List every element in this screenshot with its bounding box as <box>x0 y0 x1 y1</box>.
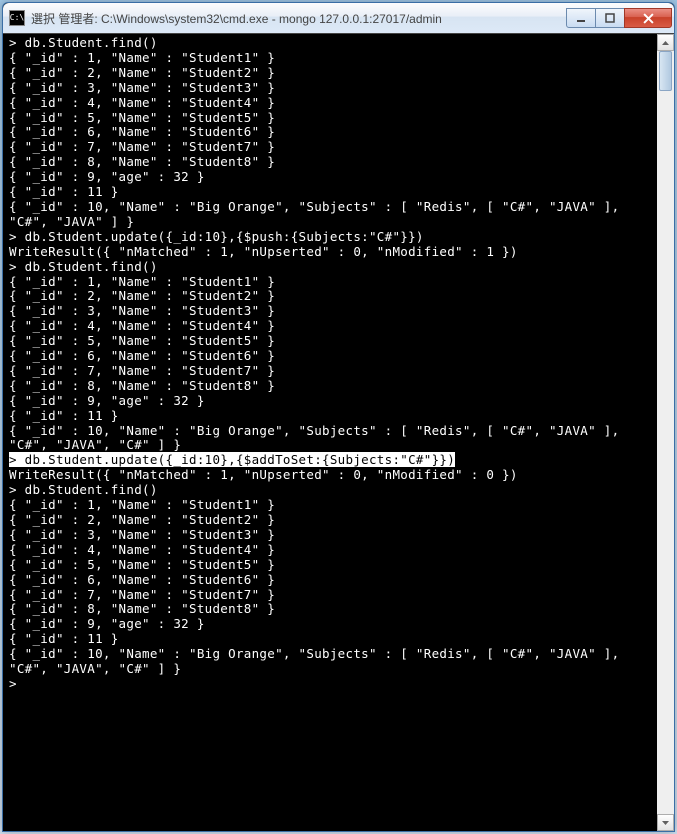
minimize-button[interactable] <box>566 8 596 28</box>
terminal-line: { "_id" : 9, "age" : 32 } <box>9 394 655 409</box>
terminal-line: { "_id" : 1, "Name" : "Student1" } <box>9 498 655 513</box>
terminal-line: { "_id" : 6, "Name" : "Student6" } <box>9 349 655 364</box>
terminal-line: { "_id" : 11 } <box>9 632 655 647</box>
terminal-line: { "_id" : 8, "Name" : "Student8" } <box>9 602 655 617</box>
terminal-line: { "_id" : 10, "Name" : "Big Orange", "Su… <box>9 424 655 454</box>
terminal-line: { "_id" : 5, "Name" : "Student5" } <box>9 334 655 349</box>
cmd-icon: C:\ <box>9 10 25 26</box>
terminal-line: { "_id" : 3, "Name" : "Student3" } <box>9 528 655 543</box>
vertical-scrollbar[interactable] <box>657 34 674 831</box>
terminal-line: { "_id" : 11 } <box>9 185 655 200</box>
window-controls <box>567 8 672 28</box>
scroll-up-button[interactable] <box>657 34 674 51</box>
terminal-line: > db.Student.find() <box>9 483 655 498</box>
terminal-line: { "_id" : 4, "Name" : "Student4" } <box>9 543 655 558</box>
close-button[interactable] <box>624 8 672 28</box>
terminal-line: { "_id" : 3, "Name" : "Student3" } <box>9 81 655 96</box>
terminal-line: WriteResult({ "nMatched" : 1, "nUpserted… <box>9 245 655 260</box>
titlebar[interactable]: C:\ 選択 管理者: C:\Windows\system32\cmd.exe … <box>3 3 674 33</box>
terminal-line: WriteResult({ "nMatched" : 1, "nUpserted… <box>9 468 655 483</box>
terminal-line: { "_id" : 8, "Name" : "Student8" } <box>9 379 655 394</box>
terminal-line: { "_id" : 1, "Name" : "Student1" } <box>9 275 655 290</box>
terminal-line: { "_id" : 6, "Name" : "Student6" } <box>9 125 655 140</box>
terminal-line: { "_id" : 10, "Name" : "Big Orange", "Su… <box>9 647 655 677</box>
terminal-line: { "_id" : 9, "age" : 32 } <box>9 617 655 632</box>
terminal-line: { "_id" : 8, "Name" : "Student8" } <box>9 155 655 170</box>
scroll-track[interactable] <box>657 51 674 814</box>
terminal-line: { "_id" : 2, "Name" : "Student2" } <box>9 289 655 304</box>
terminal-line: > db.Student.find() <box>9 36 655 51</box>
maximize-button[interactable] <box>595 8 625 28</box>
terminal-line: > db.Student.update({_id:10},{$push:{Sub… <box>9 230 655 245</box>
terminal-line: { "_id" : 2, "Name" : "Student2" } <box>9 513 655 528</box>
terminal-output[interactable]: > db.Student.find(){ "_id" : 1, "Name" :… <box>3 34 657 831</box>
terminal-line: { "_id" : 7, "Name" : "Student7" } <box>9 140 655 155</box>
cmd-icon-text: C:\ <box>10 14 24 22</box>
console-area: > db.Student.find(){ "_id" : 1, "Name" :… <box>3 33 674 831</box>
terminal-line: { "_id" : 10, "Name" : "Big Orange", "Su… <box>9 200 655 230</box>
terminal-line: { "_id" : 9, "age" : 32 } <box>9 170 655 185</box>
terminal-line: { "_id" : 6, "Name" : "Student6" } <box>9 573 655 588</box>
terminal-line: { "_id" : 11 } <box>9 409 655 424</box>
terminal-line: { "_id" : 7, "Name" : "Student7" } <box>9 364 655 379</box>
terminal-line: > db.Student.update({_id:10},{$addToSet:… <box>9 453 655 468</box>
terminal-line: { "_id" : 2, "Name" : "Student2" } <box>9 66 655 81</box>
terminal-line: { "_id" : 1, "Name" : "Student1" } <box>9 51 655 66</box>
terminal-line: { "_id" : 5, "Name" : "Student5" } <box>9 558 655 573</box>
window-title: 選択 管理者: C:\Windows\system32\cmd.exe - mo… <box>31 10 567 27</box>
terminal-line: { "_id" : 4, "Name" : "Student4" } <box>9 319 655 334</box>
terminal-line: { "_id" : 3, "Name" : "Student3" } <box>9 304 655 319</box>
terminal-line: { "_id" : 5, "Name" : "Student5" } <box>9 111 655 126</box>
scroll-thumb[interactable] <box>659 51 672 91</box>
terminal-line: > db.Student.find() <box>9 260 655 275</box>
terminal-line: { "_id" : 7, "Name" : "Student7" } <box>9 588 655 603</box>
scroll-down-button[interactable] <box>657 814 674 831</box>
terminal-line: > <box>9 677 655 692</box>
terminal-line: { "_id" : 4, "Name" : "Student4" } <box>9 96 655 111</box>
terminal-window: C:\ 選択 管理者: C:\Windows\system32\cmd.exe … <box>2 2 675 832</box>
